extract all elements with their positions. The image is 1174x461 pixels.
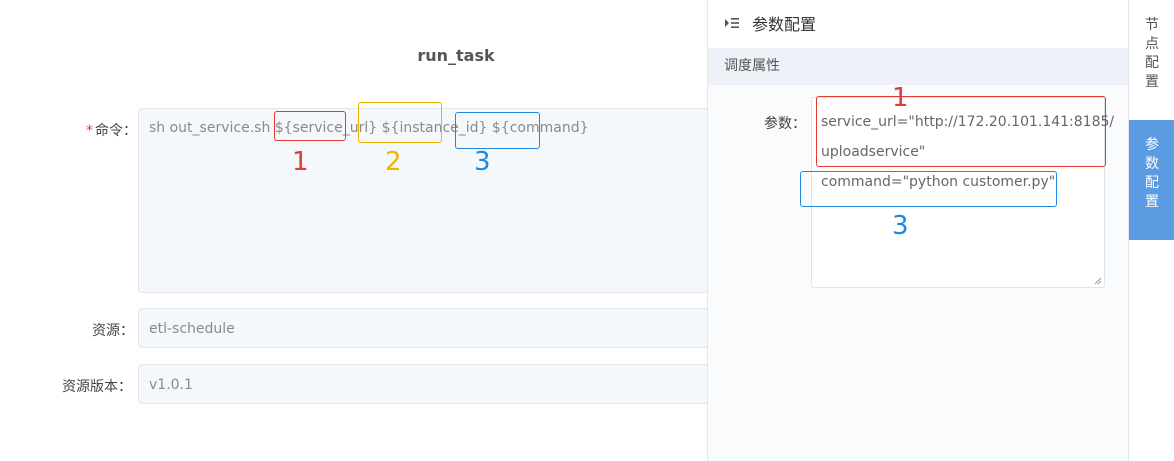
command-label: * 命令： [86,123,137,139]
annotation-number-2: 2 [385,147,402,177]
annotation-number-1: 1 [892,83,909,113]
annotation-number-1: 1 [292,147,309,177]
annotation-box-3 [455,112,540,149]
side-tabs: 节 点 配 置 参 数 配 置 [1128,0,1174,461]
menu-fold-icon[interactable] [724,15,740,31]
annotation-number-3: 3 [474,147,491,177]
annotation-box-2 [358,102,442,143]
resize-grip-icon[interactable] [1094,277,1102,285]
section-title: 调度属性 [708,48,1128,85]
param-config-panel: 参数配置 调度属性 参数： service_url="http://172.20… [707,0,1128,461]
annotation-box-3 [800,171,1057,207]
resource-label: 资源： [92,323,134,339]
tab-node-config[interactable]: 节 点 配 置 [1129,16,1174,92]
panel-title: 参数配置 [752,14,817,34]
resource-input[interactable]: etl-schedule [138,308,718,348]
task-title: run_task [417,46,495,65]
annotation-box-1 [274,111,346,141]
param-label: 参数： [764,116,806,132]
version-input[interactable]: v1.0.1 [138,364,718,404]
required-mark: * [86,123,93,139]
version-label: 资源版本： [62,379,132,395]
page: run_task * 命令： sh out_service.sh ${servic… [0,0,1174,461]
annotation-number-3: 3 [892,211,909,241]
tab-param-config[interactable]: 参 数 配 置 [1129,120,1174,240]
annotation-box-1 [816,96,1106,167]
panel-header: 参数配置 [708,0,1128,45]
